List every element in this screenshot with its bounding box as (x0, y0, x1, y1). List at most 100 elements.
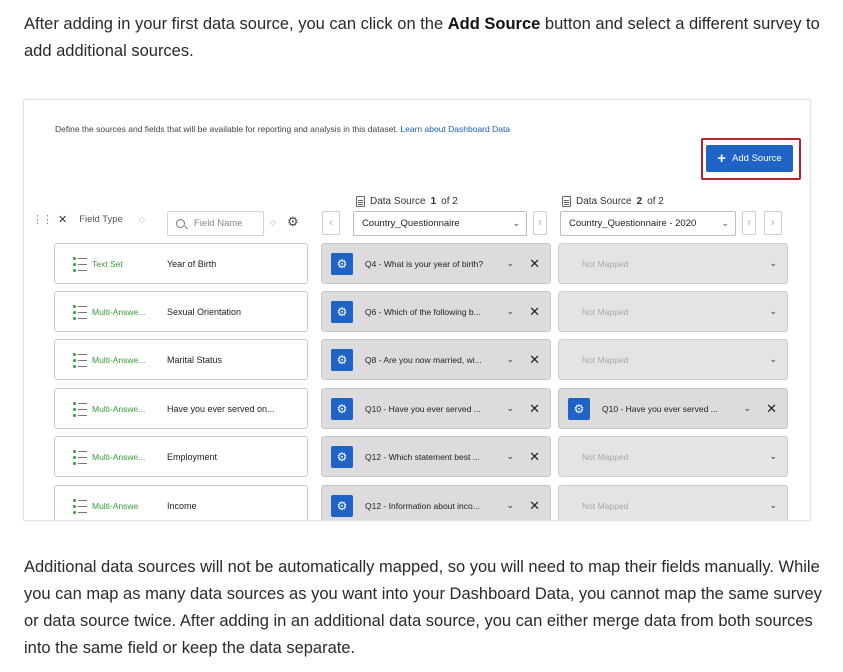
chevron-down-icon[interactable]: ⌄ (506, 354, 514, 365)
data-source-2-suffix: of 2 (647, 196, 664, 207)
multi-answer-icon (73, 305, 87, 320)
multi-answer-icon (73, 402, 87, 417)
clipboard-icon (562, 196, 571, 207)
field-row[interactable]: Multi-Answe... Have you ever served on..… (54, 388, 308, 429)
not-mapped-label: Not Mapped (582, 307, 629, 317)
add-source-button[interactable]: + Add Source (706, 145, 793, 172)
not-mapped-label: Not Mapped (582, 452, 629, 462)
close-icon[interactable]: ✕ (529, 498, 540, 514)
learn-about-dashboard-link[interactable]: Learn about Dashboard Data (400, 124, 510, 134)
field-name-search[interactable]: Field Name (167, 211, 264, 236)
gear-icon[interactable]: ⚙ (331, 446, 353, 468)
mapped-question: Q12 - Information about inco... (365, 501, 480, 511)
close-icon[interactable]: ✕ (529, 352, 540, 368)
source-1-mapping[interactable]: ⚙ Q4 - What is your year of birth? ⌄ ✕ (321, 243, 551, 284)
sort-icon[interactable]: ◇ (270, 218, 276, 227)
gear-icon[interactable]: ⚙ (568, 398, 590, 420)
drag-handle-icon[interactable]: ⋮⋮ (32, 213, 53, 226)
source-2-mapping[interactable]: Not Mapped ⌄ (558, 243, 788, 284)
previous-source-button[interactable]: ‹ (322, 211, 340, 235)
gear-icon[interactable]: ⚙ (331, 398, 353, 420)
data-source-1-prefix: Data Source (370, 196, 426, 207)
updown-icon: ⇕ (537, 220, 543, 227)
field-row[interactable]: Text Set Year of Birth (54, 243, 308, 284)
source-2-mapping[interactable]: Not Mapped ⌄ (558, 436, 788, 477)
mapped-question: Q10 - Have you ever served ... (602, 404, 718, 414)
data-source-2-select[interactable]: Country_Questionnaire - 2020 ⌄ (560, 211, 736, 236)
source-2-mapping[interactable]: ⚙ Q10 - Have you ever served ... ⌄ ✕ (558, 388, 788, 429)
data-source-1-index: 1 (430, 196, 437, 207)
close-icon[interactable]: ✕ (529, 401, 540, 417)
field-row[interactable]: Multi-Answe... Sexual Orientation (54, 291, 308, 332)
updown-icon: ⇕ (746, 220, 752, 227)
outro-paragraph: Additional data sources will not be auto… (24, 558, 822, 657)
gear-icon[interactable]: ⚙ (331, 495, 353, 517)
source-2-mapping[interactable]: Not Mapped ⌄ (558, 339, 788, 380)
sort-icon[interactable]: ◇ (139, 215, 145, 224)
data-source-2-index: 2 (636, 196, 643, 207)
mapped-question: Q12 - Which statement best ... (365, 452, 480, 462)
intro-text-before: After adding in your first data source, … (24, 15, 448, 33)
gear-icon[interactable]: ⚙ (331, 301, 353, 323)
source-2-mapping[interactable]: Not Mapped ⌄ (558, 485, 788, 520)
field-type: Multi-Answe... (92, 452, 146, 462)
reorder-source-1-control[interactable]: ⇕ (533, 211, 547, 235)
search-placeholder: Field Name (194, 218, 243, 229)
define-sources-text: Define the sources and fields that will … (55, 124, 510, 134)
mapped-question: Q6 - Which of the following b... (365, 307, 481, 317)
search-icon (176, 219, 185, 228)
field-type: Multi-Answe... (92, 355, 146, 365)
source-1-mapping[interactable]: ⚙ Q12 - Which statement best ... ⌄ ✕ (321, 436, 551, 477)
close-icon[interactable]: ✕ (58, 213, 67, 226)
close-icon[interactable]: ✕ (529, 256, 540, 272)
chevron-right-icon: › (771, 217, 775, 229)
source-1-mapping[interactable]: ⚙ Q8 - Are you now married, wi... ⌄ ✕ (321, 339, 551, 380)
not-mapped-label: Not Mapped (582, 259, 629, 269)
chevron-down-icon[interactable]: ⌄ (769, 354, 777, 365)
field-row[interactable]: Multi-Answe... Employment (54, 436, 308, 477)
field-type-label[interactable]: Field Type (79, 214, 123, 225)
chevron-down-icon[interactable]: ⌄ (743, 403, 751, 414)
mapped-question: Q10 - Have you ever served ... (365, 404, 481, 414)
data-source-1-title: Data Source 1 of 2 (356, 196, 458, 207)
close-icon[interactable]: ✕ (766, 401, 777, 417)
field-type: Multi-Answe (92, 501, 139, 511)
add-source-emphasis: Add Source (447, 15, 541, 33)
chevron-down-icon[interactable]: ⌄ (769, 306, 777, 317)
gear-icon[interactable]: ⚙ (331, 349, 353, 371)
source-2-mapping[interactable]: Not Mapped ⌄ (558, 291, 788, 332)
chevron-down-icon: ⌄ (721, 218, 729, 228)
field-type-header: ⋮⋮ ✕ Field Type ◇ (32, 213, 145, 226)
chevron-down-icon[interactable]: ⌄ (506, 258, 514, 269)
field-name: Have you ever served on... (167, 404, 275, 414)
data-source-1-suffix: of 2 (441, 196, 458, 207)
field-name: Marital Status (167, 355, 223, 365)
chevron-down-icon[interactable]: ⌄ (506, 306, 514, 317)
source-1-mapping[interactable]: ⚙ Q6 - Which of the following b... ⌄ ✕ (321, 291, 551, 332)
chevron-down-icon[interactable]: ⌄ (769, 258, 777, 269)
multi-answer-icon (73, 450, 87, 465)
mapped-question: Q4 - What is your year of birth? (365, 259, 484, 269)
data-source-2-value: Country_Questionnaire - 2020 (569, 218, 697, 229)
next-source-button[interactable]: › (764, 211, 782, 235)
gear-icon[interactable]: ⚙ (331, 253, 353, 275)
gear-icon[interactable]: ⚙ (287, 214, 299, 230)
source-1-mapping[interactable]: ⚙ Q12 - Information about inco... ⌄ ✕ (321, 485, 551, 520)
close-icon[interactable]: ✕ (529, 449, 540, 465)
multi-answer-icon (73, 353, 87, 368)
field-row[interactable]: Multi-Answe Income (54, 485, 308, 520)
data-source-1-select[interactable]: Country_Questionnaire ⌄ (353, 211, 527, 236)
field-row[interactable]: Multi-Answe... Marital Status (54, 339, 308, 380)
chevron-down-icon[interactable]: ⌄ (769, 500, 777, 511)
add-source-label: Add Source (732, 153, 782, 164)
chevron-down-icon[interactable]: ⌄ (506, 500, 514, 511)
chevron-down-icon[interactable]: ⌄ (506, 451, 514, 462)
dashboard-data-screenshot: Define the sources and fields that will … (23, 99, 811, 521)
chevron-down-icon[interactable]: ⌄ (506, 403, 514, 414)
chevron-down-icon[interactable]: ⌄ (769, 451, 777, 462)
field-name: Year of Birth (167, 259, 217, 269)
reorder-source-2-control[interactable]: ⇕ (742, 211, 756, 235)
field-name: Employment (167, 452, 218, 462)
source-1-mapping[interactable]: ⚙ Q10 - Have you ever served ... ⌄ ✕ (321, 388, 551, 429)
close-icon[interactable]: ✕ (529, 304, 540, 320)
